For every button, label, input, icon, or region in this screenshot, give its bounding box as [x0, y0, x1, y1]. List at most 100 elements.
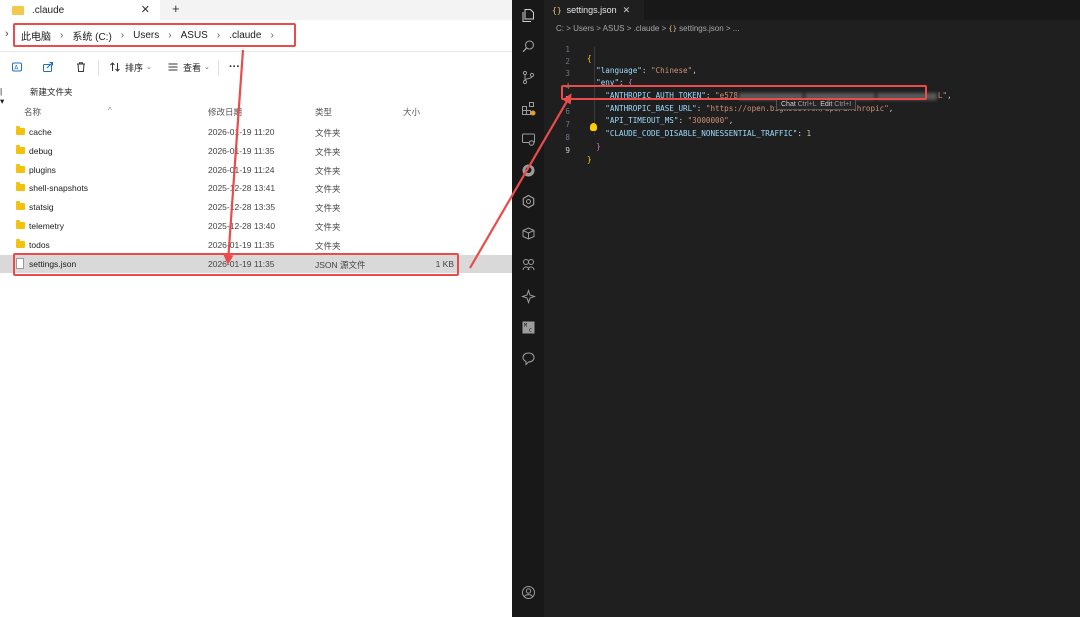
rename-button[interactable]: A	[11, 60, 23, 74]
folder-icon	[16, 164, 25, 173]
chat-hint-label[interactable]: Chat	[781, 101, 796, 108]
file-date: 2025-12-28 13:41	[208, 183, 276, 193]
explorer-tab[interactable]: .claude ✕	[0, 0, 160, 20]
search-icon[interactable]	[521, 39, 536, 54]
breadcrumb-file: settings.json > ...	[679, 24, 740, 33]
lightbulb-icon[interactable]	[590, 123, 597, 131]
cline-icon[interactable]: MC	[521, 320, 536, 335]
file-date: 2026-01-19 11:20	[208, 127, 275, 137]
file-type: 文件夹	[315, 166, 341, 176]
file-type: 文件夹	[315, 222, 341, 232]
column-size[interactable]: 大小	[403, 106, 420, 118]
breadcrumb-path: C: > Users > ASUS > .claude >	[556, 24, 669, 33]
code-line: 3 "env": {	[544, 60, 1080, 87]
rename-icon: A	[12, 62, 22, 72]
column-date-modified[interactable]: 修改日期	[208, 106, 242, 118]
file-date: 2026-01-19 11:35	[208, 240, 275, 250]
view-icon	[168, 63, 178, 71]
folder-icon	[16, 126, 25, 135]
close-icon[interactable]: ✕	[623, 5, 631, 16]
annotation-box-base-url	[561, 85, 927, 100]
chat-hint-shortcut: Ctrl+L	[797, 101, 817, 108]
share-button[interactable]	[42, 60, 54, 74]
sort-label: 排序	[125, 62, 144, 73]
file-name: todos	[29, 240, 50, 250]
account-icon[interactable]	[521, 585, 536, 600]
chevron-down-icon: ⌄	[146, 64, 152, 71]
annotation-box-breadcrumb	[13, 23, 296, 47]
line-content: }	[587, 155, 592, 164]
file-type: 文件夹	[315, 128, 341, 138]
file-name: plugins	[29, 165, 56, 175]
sort-ascending-icon: ^	[108, 106, 112, 115]
view-label: 查看	[183, 62, 202, 73]
brace: }	[587, 155, 592, 164]
file-explorer-window: .claude ✕ + › 此电脑 › 系统 (C:) › Users › AS…	[0, 0, 512, 617]
explorer-files-icon[interactable]	[521, 8, 536, 23]
source-control-icon[interactable]	[521, 70, 536, 85]
new-folder-button[interactable]: 新建文件夹	[30, 86, 73, 98]
file-name: shell-snapshots	[29, 183, 89, 193]
agents-icon[interactable]	[521, 257, 536, 272]
editor-tab-settings-json[interactable]: {} settings.json ✕	[544, 0, 644, 20]
column-name[interactable]: 名称	[24, 106, 41, 118]
folder-icon	[16, 182, 25, 191]
annotation-box-settings-file	[13, 253, 459, 276]
sort-button[interactable]: 排序 ⌄	[109, 60, 152, 74]
file-type: 文件夹	[315, 184, 341, 194]
chevron-right-icon[interactable]: ›	[5, 28, 9, 40]
file-name: statsig	[29, 202, 54, 212]
view-button[interactable]: 查看 ⌄	[167, 60, 210, 74]
chat-icon[interactable]	[521, 351, 536, 366]
github-icon[interactable]	[521, 163, 536, 178]
folder-icon	[16, 145, 25, 154]
edit-hint-shortcut: Ctrl+I	[834, 101, 852, 108]
close-icon[interactable]: ✕	[141, 3, 150, 16]
list-item[interactable]: shell-snapshots 2025-12-28 13:41 文件夹	[0, 179, 512, 197]
inline-chat-hint[interactable]: Chat Ctrl+L Edit Ctrl+I	[776, 99, 857, 110]
editor-tab-title: settings.json	[566, 5, 617, 15]
chevron-down-icon: ⌄	[204, 64, 210, 71]
toolbar-divider	[98, 60, 99, 76]
code-line: 4 "ANTHROPIC_AUTH_TOKEN": "e578 L",	[544, 73, 1080, 100]
list-item[interactable]: todos 2026-01-19 11:35 文件夹	[0, 236, 512, 254]
explorer-toolbar: A 排序 ⌄ 查看 ⌄ ···	[0, 54, 512, 80]
json-file-icon: {}	[668, 25, 677, 33]
file-date: 2025-12-28 13:35	[208, 202, 276, 212]
editor-tab-bar: {} settings.json ✕	[544, 0, 1080, 20]
extensions-icon[interactable]	[521, 101, 536, 116]
folder-icon	[16, 239, 25, 248]
folder-icon	[12, 5, 24, 15]
delete-button[interactable]	[75, 60, 87, 74]
svg-text:C: C	[529, 328, 532, 334]
file-name: debug	[29, 146, 53, 156]
file-date: 2026-01-19 11:24	[208, 165, 275, 175]
remote-explorer-icon[interactable]	[521, 132, 536, 147]
editor-breadcrumb[interactable]: C: > Users > ASUS > .claude > {} setting…	[556, 24, 739, 33]
trash-icon	[77, 62, 85, 72]
list-item[interactable]: statsig 2025-12-28 13:35 文件夹	[0, 198, 512, 216]
more-options-button[interactable]: ···	[229, 60, 240, 74]
file-date: 2026-01-19 11:35	[208, 146, 275, 156]
share-icon	[43, 62, 53, 72]
sort-icon	[110, 62, 120, 72]
file-type: 文件夹	[315, 147, 341, 157]
list-item[interactable]: cache 2026-01-19 11:20 文件夹	[0, 123, 512, 141]
line-number: 9	[565, 146, 570, 155]
file-date: 2025-12-28 13:40	[208, 221, 276, 231]
list-item[interactable]: plugins 2026-01-19 11:24 文件夹	[0, 161, 512, 179]
openai-icon[interactable]	[521, 194, 536, 209]
folder-icon	[16, 201, 25, 210]
column-headers: 名称 ^ 修改日期 类型 大小	[0, 103, 512, 119]
list-item[interactable]: telemetry 2025-12-28 13:40 文件夹	[0, 217, 512, 235]
file-name: telemetry	[29, 221, 64, 231]
new-tab-button[interactable]: +	[172, 1, 180, 16]
code-line: 9 }	[544, 137, 1080, 164]
edit-hint-label[interactable]: Edit	[820, 101, 832, 108]
ai-assistant-icon[interactable]	[520, 288, 537, 305]
list-item[interactable]: debug 2026-01-19 11:35 文件夹	[0, 142, 512, 160]
column-type[interactable]: 类型	[315, 106, 332, 118]
code-line: 7 "CLAUDE_CODE_DISABLE_NONESSENTIAL_TRAF…	[544, 111, 1080, 138]
package-icon[interactable]	[521, 226, 536, 241]
folder-icon	[16, 220, 25, 229]
